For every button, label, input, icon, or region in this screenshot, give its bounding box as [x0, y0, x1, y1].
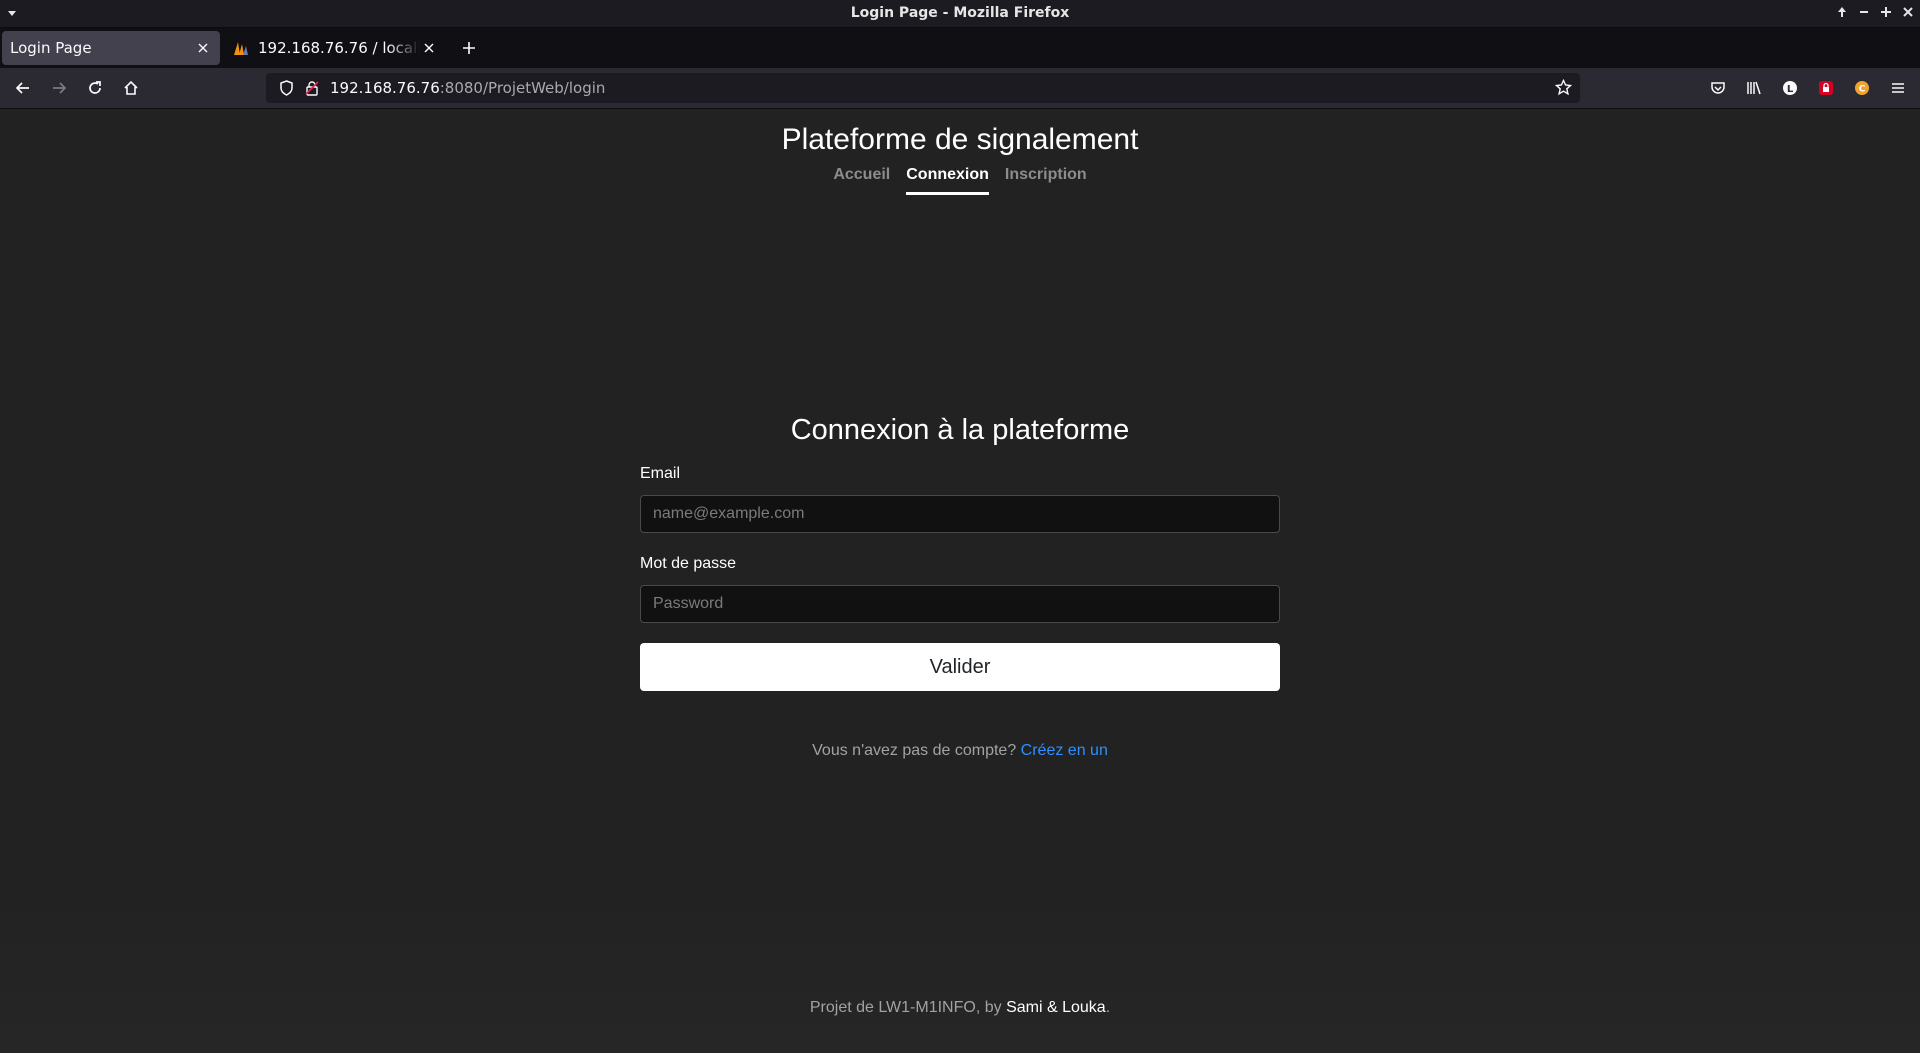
password-label: Mot de passe: [640, 555, 737, 572]
phpmyadmin-favicon-icon: [232, 39, 250, 57]
window-titlebar: Login Page - Mozilla Firefox: [0, 0, 1920, 28]
extension-cookie-icon[interactable]: C: [1846, 72, 1878, 104]
site-title: Plateforme de signalement: [781, 123, 1139, 156]
signup-prompt-line: Vous n'avez pas de compte? Créez en un: [0, 742, 1920, 760]
pocket-icon[interactable]: [1702, 72, 1734, 104]
window-minimize-icon[interactable]: [1856, 4, 1872, 20]
tab-close-icon[interactable]: [420, 39, 438, 57]
window-raise-icon[interactable]: [1834, 4, 1850, 20]
page-content: Plateforme de signalement Accueil Connex…: [0, 109, 1920, 1053]
url-bar[interactable]: 192.168.76.76:8080/ProjetWeb/login: [266, 73, 1580, 103]
tab-label: 192.168.76.76 / localhost: [258, 39, 420, 57]
email-label: Email: [640, 465, 681, 482]
tab-login-page[interactable]: Login Page: [2, 31, 220, 65]
nav-accueil[interactable]: Accueil: [833, 166, 890, 195]
new-tab-icon[interactable]: [452, 31, 486, 65]
extension-l-icon[interactable]: L: [1774, 72, 1806, 104]
extension-lock-icon[interactable]: [1810, 72, 1842, 104]
insecure-lock-icon[interactable]: [302, 80, 322, 96]
svg-text:C: C: [1859, 85, 1866, 95]
password-field[interactable]: [640, 585, 1280, 623]
bookmark-star-icon[interactable]: [1554, 78, 1573, 100]
window-title: Login Page - Mozilla Firefox: [850, 5, 1070, 21]
email-field[interactable]: [640, 495, 1280, 533]
footer-suffix: .: [1105, 999, 1111, 1016]
svg-text:L: L: [1787, 84, 1794, 95]
tracking-shield-icon[interactable]: [270, 80, 302, 96]
signup-link[interactable]: Créez en un: [1021, 742, 1108, 759]
signup-prompt: Vous n'avez pas de compte?: [812, 742, 1017, 759]
library-icon[interactable]: [1738, 72, 1770, 104]
forward-button[interactable]: [43, 72, 75, 104]
footer-gradient: [0, 883, 1920, 1053]
login-heading: Connexion à la plateforme: [790, 414, 1130, 446]
hamburger-menu-icon[interactable]: [1882, 72, 1914, 104]
window-maximize-icon[interactable]: [1878, 4, 1894, 20]
url-path: :8080/ProjetWeb/login: [439, 79, 606, 97]
home-button[interactable]: [115, 72, 147, 104]
window-close-icon[interactable]: [1900, 4, 1916, 20]
nav-connexion[interactable]: Connexion: [906, 166, 989, 195]
back-button[interactable]: [7, 72, 39, 104]
tab-close-icon[interactable]: [194, 39, 212, 57]
site-nav: Accueil Connexion Inscription: [0, 166, 1920, 195]
tab-strip: Login Page 192.168.76.76 / localhost: [0, 28, 1920, 68]
nav-toolbar: 192.168.76.76:8080/ProjetWeb/login L C: [0, 68, 1920, 109]
reload-button[interactable]: [79, 72, 111, 104]
submit-button[interactable]: Valider: [640, 643, 1280, 691]
url-host: 192.168.76.76: [330, 79, 440, 97]
footer-authors: Sami & Louka: [1006, 999, 1106, 1016]
tab-phpmyadmin[interactable]: 192.168.76.76 / localhost: [224, 31, 446, 65]
footer: Projet de LW1-M1INFO, by Sami & Louka.: [0, 999, 1920, 1017]
nav-inscription[interactable]: Inscription: [1005, 166, 1087, 195]
tab-label: Login Page: [10, 39, 92, 57]
footer-prefix: Projet de LW1-M1INFO, by: [809, 999, 1002, 1016]
